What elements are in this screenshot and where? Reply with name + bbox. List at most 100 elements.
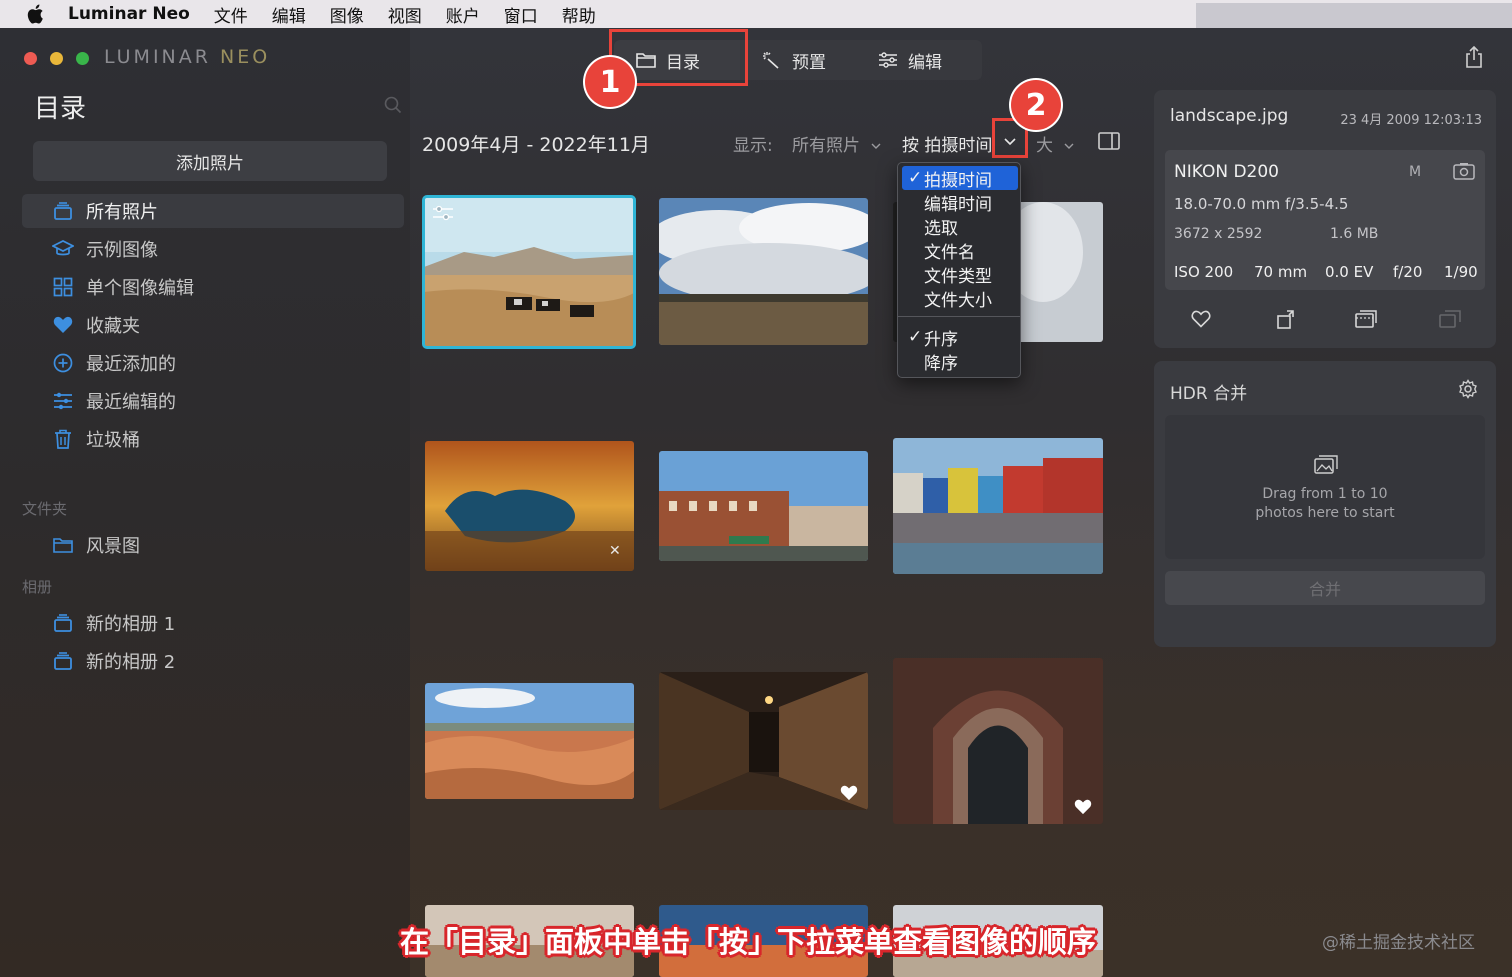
tab-presets[interactable]: 预置 bbox=[740, 40, 856, 80]
lens-info: 18.0-70.0 mm f/3.5-4.5 bbox=[1174, 195, 1349, 213]
sidebar-item-favorites[interactable]: 收藏夹 bbox=[22, 308, 404, 342]
sidebar-item-label: 新的相册 1 bbox=[86, 614, 176, 635]
menu-account[interactable]: 账户 bbox=[446, 2, 480, 27]
sort-dropdown[interactable]: 按 拍摄时间 bbox=[902, 131, 992, 156]
rotate-icon[interactable] bbox=[1276, 309, 1298, 329]
reject-mark-icon[interactable]: ✕ bbox=[609, 543, 621, 559]
favorite-heart-icon[interactable] bbox=[840, 785, 858, 801]
add-photos-button[interactable]: 添加照片 bbox=[33, 141, 387, 181]
search-icon[interactable] bbox=[384, 96, 402, 114]
file-name: landscape.jpg bbox=[1170, 106, 1289, 126]
menu-help[interactable]: 帮助 bbox=[562, 2, 596, 27]
merge-button[interactable]: 合并 bbox=[1165, 571, 1485, 605]
minimize-window-button[interactable] bbox=[50, 52, 63, 65]
sort-order-ascending[interactable]: ✓ 升序 bbox=[902, 325, 1018, 350]
tutorial-caption: 在「目录」面板中单击「按」下拉菜单查看图像的顺序 bbox=[400, 925, 1097, 959]
hdr-drop-zone[interactable]: Drag from 1 to 10 photos here to start bbox=[1165, 415, 1485, 559]
menu-divider bbox=[898, 316, 1020, 317]
photo-thumbnail-clouds[interactable] bbox=[659, 198, 868, 345]
file-date: 23 4月 2009 12:03:13 bbox=[1340, 113, 1482, 128]
app-logo: LUMINAR NEO bbox=[104, 46, 270, 68]
apple-icon[interactable] bbox=[26, 3, 48, 25]
grid-icon bbox=[52, 276, 74, 298]
edited-badge-icon bbox=[432, 205, 454, 227]
show-filter-value: 所有照片 bbox=[792, 136, 860, 156]
thumbnail-size-dropdown[interactable]: 大 bbox=[1036, 131, 1074, 156]
sidebar: LUMINAR NEO 目录 添加照片 所有照片 示例图像 单个图像编辑 收藏夹… bbox=[0, 28, 410, 977]
photo-thumbnail-arch-door[interactable] bbox=[893, 658, 1103, 824]
menu-image[interactable]: 图像 bbox=[330, 2, 364, 27]
heart-icon[interactable] bbox=[1191, 310, 1213, 330]
checkmark-icon: ✓ bbox=[908, 327, 923, 347]
sidebar-item-trash[interactable]: 垃圾桶 bbox=[22, 422, 404, 456]
share-icon[interactable] bbox=[1464, 45, 1484, 68]
sort-option-file-type[interactable]: 文件类型 bbox=[902, 262, 1018, 287]
sort-order-label: 升序 bbox=[924, 329, 958, 350]
panel-toggle-icon[interactable] bbox=[1098, 132, 1120, 150]
tab-label: 预置 bbox=[792, 52, 826, 73]
tab-edit[interactable]: 编辑 bbox=[856, 40, 982, 80]
sort-option-label: 拍摄时间 bbox=[924, 170, 992, 191]
gear-icon[interactable] bbox=[1458, 379, 1478, 399]
sort-option-label: 文件类型 bbox=[924, 266, 992, 287]
menu-file[interactable]: 文件 bbox=[214, 2, 248, 27]
graduation-cap-icon bbox=[52, 238, 74, 260]
shutter-speed-value: 1/90 bbox=[1444, 263, 1478, 281]
sidebar-item-label: 风景图 bbox=[86, 536, 140, 557]
favorite-heart-icon[interactable] bbox=[1074, 799, 1092, 815]
sidebar-item-label: 新的相册 2 bbox=[86, 652, 176, 673]
plus-circle-icon bbox=[52, 352, 74, 374]
menu-view[interactable]: 视图 bbox=[388, 2, 422, 27]
sidebar-item-label: 垃圾桶 bbox=[86, 430, 140, 451]
checkmark-icon: ✓ bbox=[908, 168, 923, 188]
drop-hint-line-2: photos here to start bbox=[1255, 505, 1395, 521]
sidebar-item-folder[interactable]: 风景图 bbox=[22, 528, 404, 562]
stack-icon bbox=[52, 612, 74, 634]
exposure-compensation-value: 0.0 EV bbox=[1325, 263, 1374, 281]
camera-icon bbox=[1453, 162, 1475, 180]
sidebar-item-label: 单个图像编辑 bbox=[86, 278, 194, 299]
sidebar-item-recently-edited[interactable]: 最近编辑的 bbox=[22, 384, 404, 418]
sort-menu: ✓ 拍摄时间 编辑时间 选取 文件名 文件类型 文件大小 ✓ 升序 降序 bbox=[897, 162, 1021, 378]
sidebar-item-recently-added[interactable]: 最近添加的 bbox=[22, 346, 404, 380]
menu-edit[interactable]: 编辑 bbox=[272, 2, 306, 27]
menu-window[interactable]: 窗口 bbox=[504, 2, 538, 27]
exif-box: NIKON D200 M 18.0-70.0 mm f/3.5-4.5 3672… bbox=[1165, 150, 1485, 290]
sort-option-edit-time[interactable]: 编辑时间 bbox=[902, 190, 1018, 215]
show-filter-dropdown[interactable]: 所有照片 bbox=[792, 131, 881, 156]
menubar: Luminar Neo 文件 编辑 图像 视图 账户 窗口 帮助 bbox=[0, 0, 1512, 28]
photo-thumbnail-cattle[interactable] bbox=[422, 195, 636, 349]
photo-thumbnail-street[interactable] bbox=[659, 451, 868, 561]
camera-model: NIKON D200 bbox=[1174, 162, 1279, 182]
hdr-merge-panel: HDR 合并 Drag from 1 to 10 photos here to … bbox=[1154, 361, 1496, 647]
folders-section-label: 文件夹 bbox=[22, 500, 68, 518]
photo-thumbnail-sunset-rock[interactable]: ✕ bbox=[425, 441, 634, 571]
sliders-icon bbox=[878, 51, 898, 69]
image-dimensions: 3672 x 2592 bbox=[1174, 226, 1263, 242]
sort-option-file-name[interactable]: 文件名 bbox=[902, 238, 1018, 263]
sidebar-item-album-2[interactable]: 新的相册 2 bbox=[22, 644, 404, 678]
logo-text: LUMINAR bbox=[104, 46, 211, 68]
menu-app-name[interactable]: Luminar Neo bbox=[68, 4, 190, 24]
hdr-title: HDR 合并 bbox=[1170, 384, 1248, 404]
sort-option-capture-time[interactable]: ✓ 拍摄时间 bbox=[902, 166, 1018, 191]
sort-option-pick[interactable]: 选取 bbox=[902, 214, 1018, 239]
sidebar-item-all-photos[interactable]: 所有照片 bbox=[22, 194, 404, 228]
zoom-window-button[interactable] bbox=[76, 52, 89, 65]
exif-values: ISO 200 70 mm 0.0 EV f/20 1/90 bbox=[1165, 263, 1485, 285]
photo-thumbnail-alley[interactable] bbox=[659, 672, 868, 810]
sidebar-item-single-edits[interactable]: 单个图像编辑 bbox=[22, 270, 404, 304]
sidebar-item-sample-images[interactable]: 示例图像 bbox=[22, 232, 404, 266]
photo-thumbnail-colorful-houses[interactable] bbox=[893, 438, 1103, 574]
stack-icon bbox=[52, 200, 74, 222]
sort-option-label: 文件大小 bbox=[924, 290, 992, 311]
sort-option-file-size[interactable]: 文件大小 bbox=[902, 286, 1018, 311]
sidebar-item-label: 最近添加的 bbox=[86, 354, 176, 375]
sort-order-descending[interactable]: 降序 bbox=[902, 349, 1018, 374]
compare-icon[interactable] bbox=[1355, 310, 1377, 330]
aperture-value: f/20 bbox=[1393, 263, 1423, 281]
close-window-button[interactable] bbox=[24, 52, 37, 65]
photo-thumbnail-canyon[interactable] bbox=[425, 683, 634, 799]
file-size: 1.6 MB bbox=[1330, 226, 1379, 242]
sidebar-item-album-1[interactable]: 新的相册 1 bbox=[22, 606, 404, 640]
